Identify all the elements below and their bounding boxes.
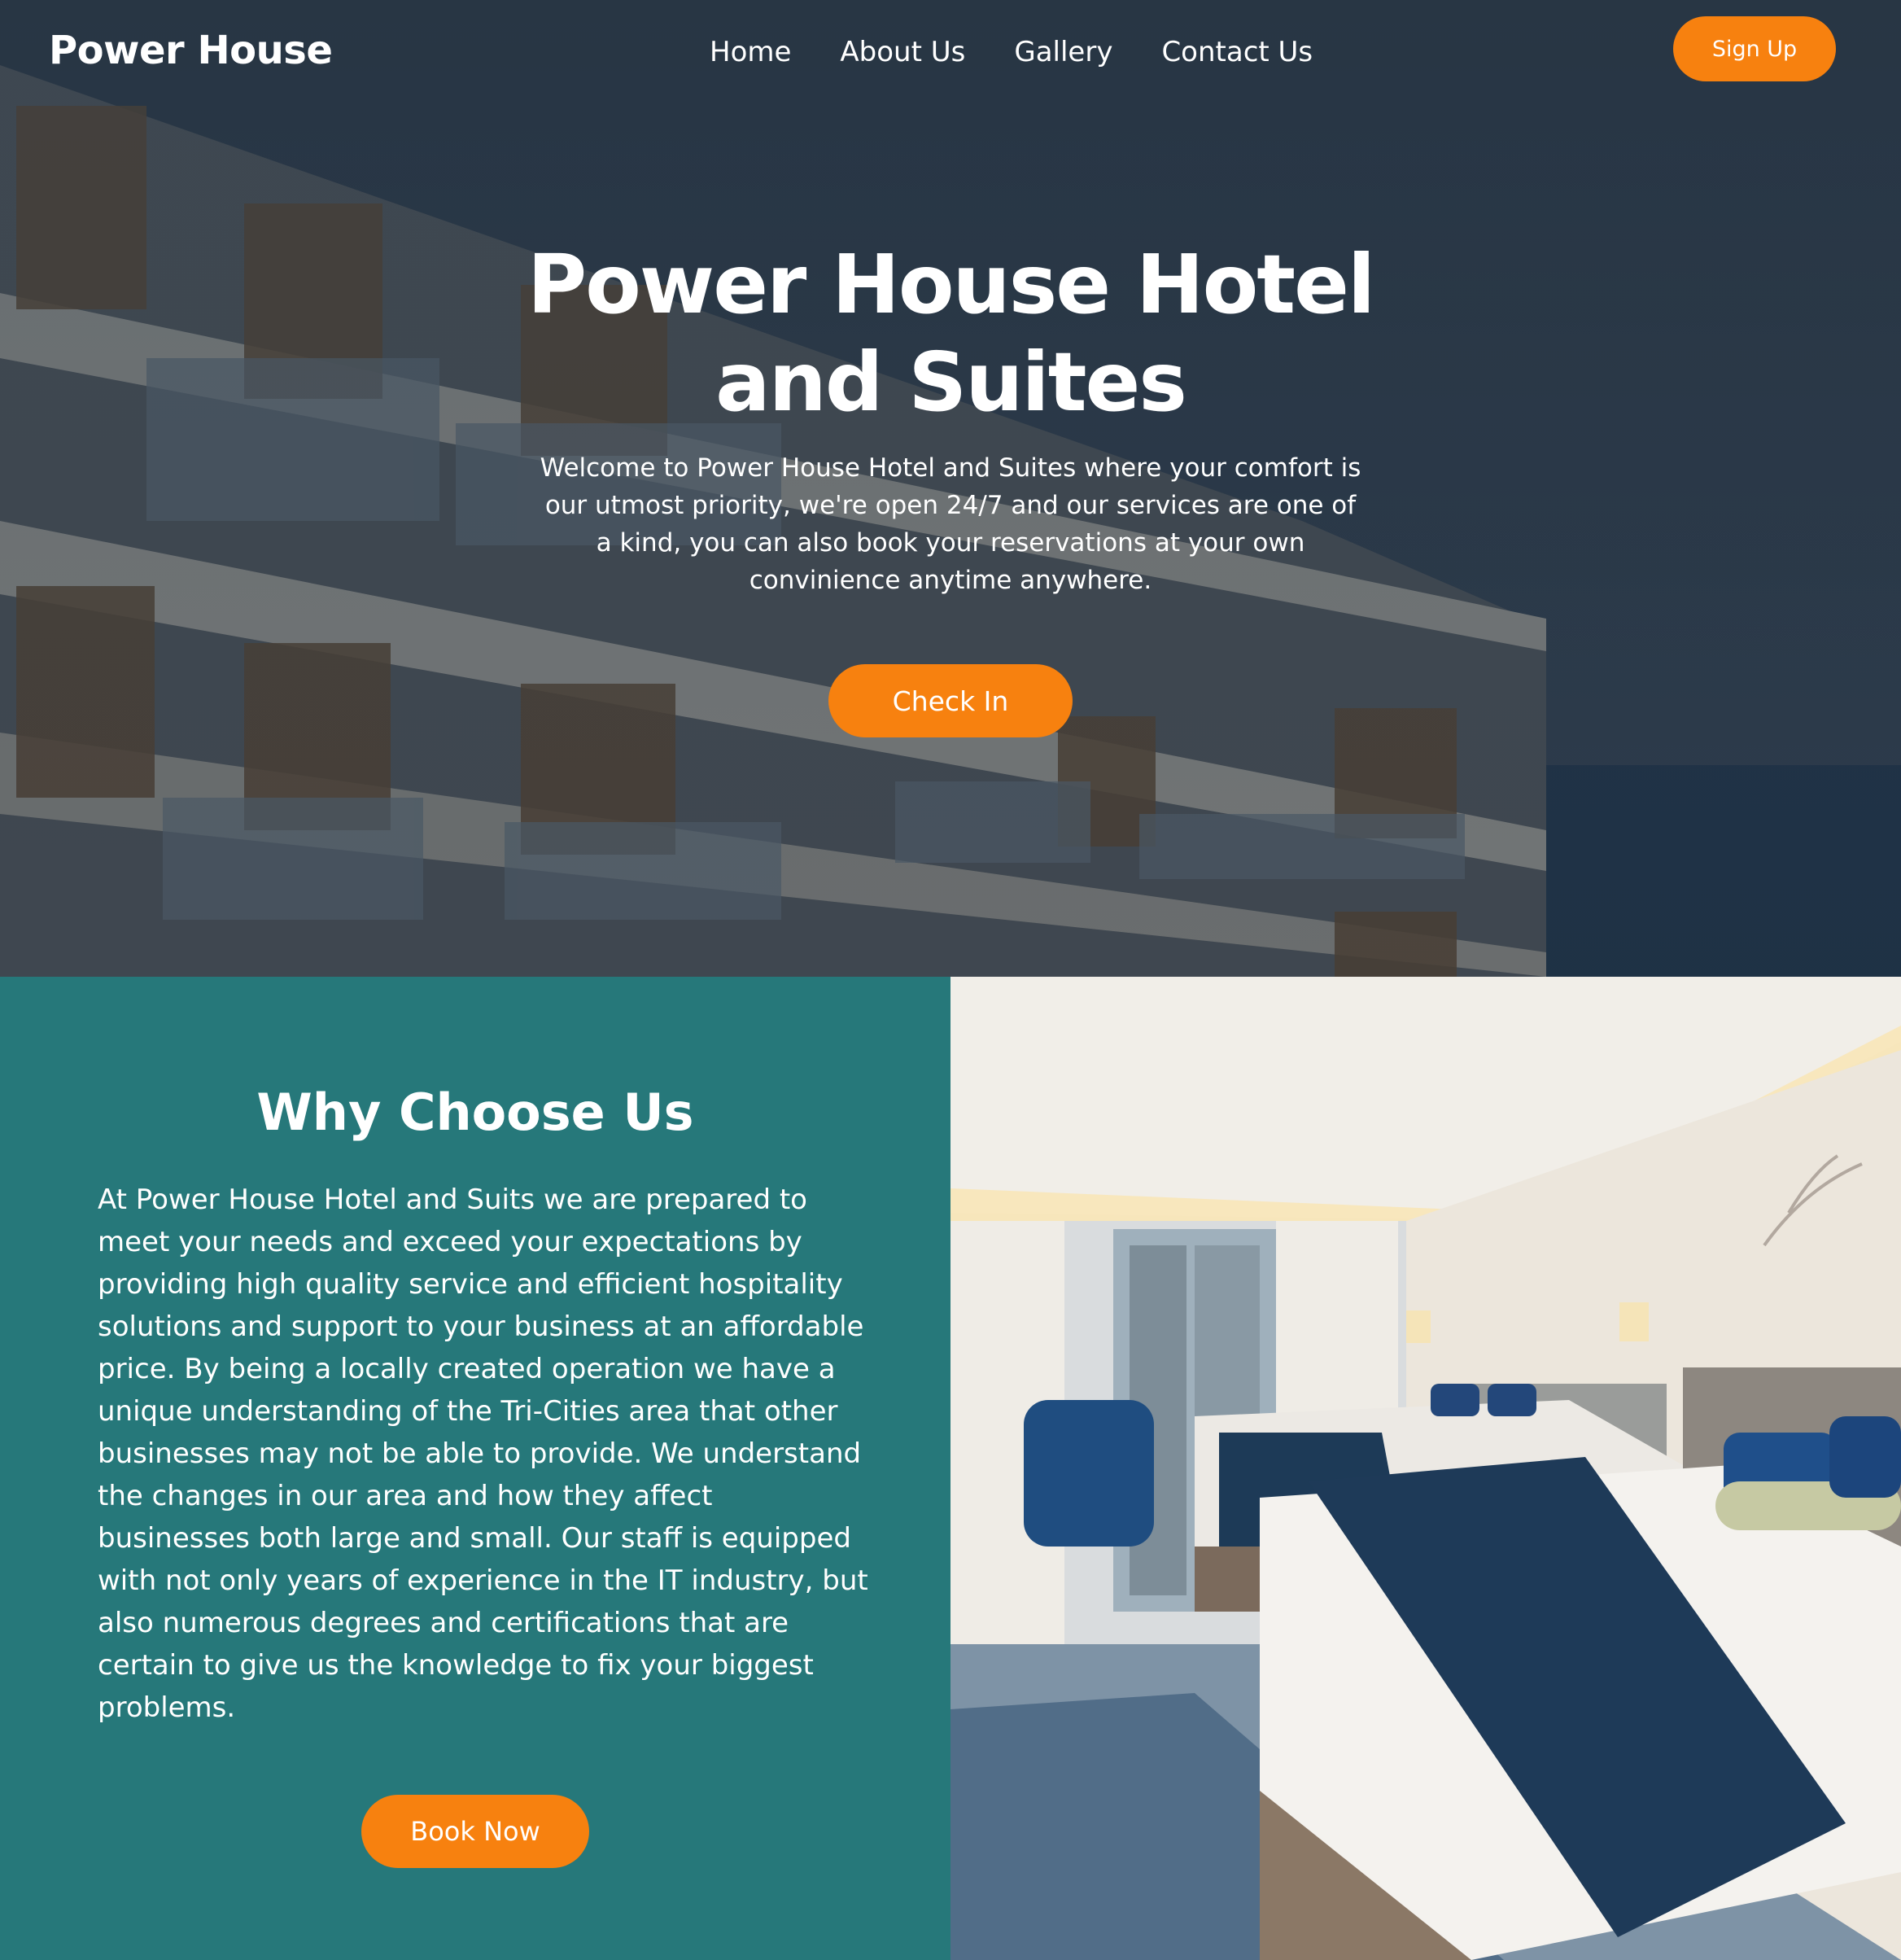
hero-title: Power House Hotel and Suites — [527, 237, 1375, 430]
nav-link-contact-us[interactable]: Contact Us — [1161, 36, 1313, 68]
hero-description: Welcome to Power House Hotel and Suites … — [540, 453, 1361, 595]
book-now-button[interactable]: Book Now — [361, 1795, 589, 1868]
check-in-button[interactable]: Check In — [828, 664, 1073, 737]
hotel-room-illustration — [950, 977, 1901, 1960]
top-navbar: Power House Home About Us Gallery Contac… — [0, 0, 1901, 106]
hero-section: Power House Home About Us Gallery Contac… — [0, 0, 1901, 977]
why-choose-us-title: Why Choose Us — [256, 1083, 694, 1142]
nav-links: Home About Us Gallery Contact Us — [710, 36, 1361, 68]
why-choose-us-text: At Power House Hotel and Suits we are pr… — [98, 1183, 868, 1724]
nav-link-about-us[interactable]: About Us — [840, 36, 965, 68]
hotel-room-image — [950, 977, 1901, 1960]
nav-link-home[interactable]: Home — [710, 36, 791, 68]
nav-link-gallery[interactable]: Gallery — [1014, 36, 1112, 68]
sign-up-button[interactable]: Sign Up — [1673, 16, 1836, 81]
why-choose-us-section: Why Choose Us At Power House Hotel and S… — [0, 977, 950, 1960]
site-logo[interactable]: Power House — [49, 28, 333, 73]
